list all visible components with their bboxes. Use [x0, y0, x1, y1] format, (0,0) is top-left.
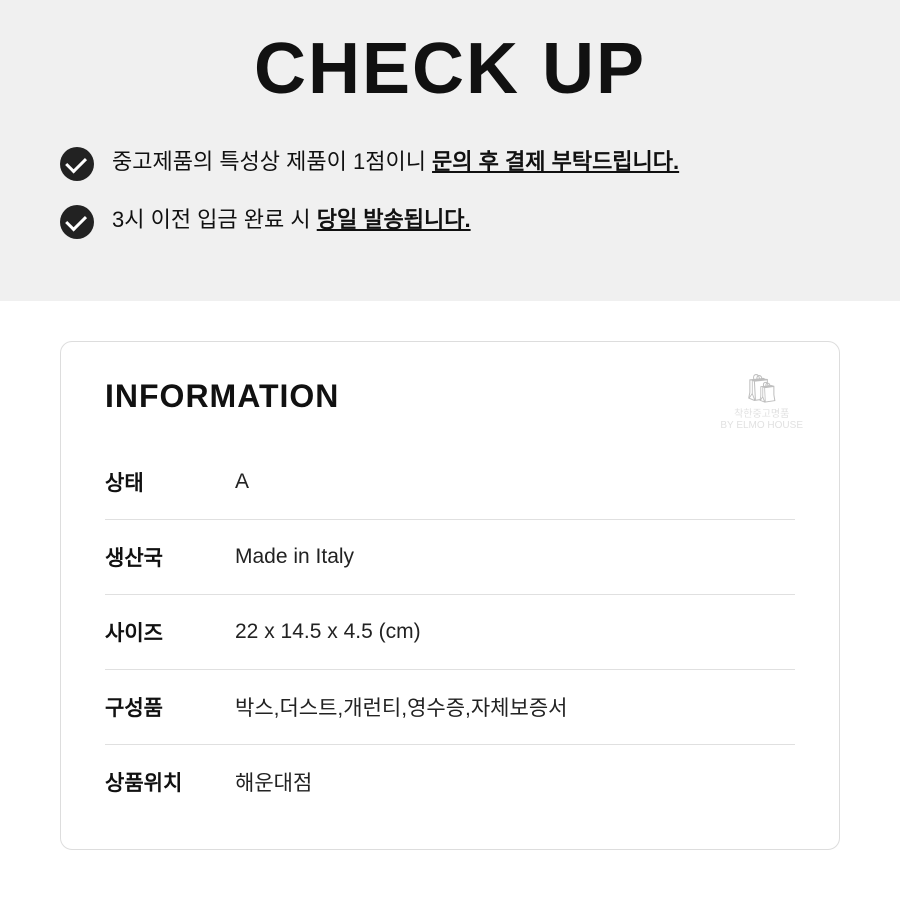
info-title: INFORMATION: [105, 378, 795, 415]
row-label-4: 상품위치: [105, 745, 235, 820]
watermark-icon: 🛍: [720, 372, 803, 405]
row-label-3: 구성품: [105, 670, 235, 745]
checklist-text-1: 중고제품의 특성상 제품이 1점이니 문의 후 결제 부탁드립니다.: [112, 145, 679, 178]
checklist-item-2: 3시 이전 입금 완료 시 당일 발송됩니다.: [60, 203, 840, 239]
row-label-2: 사이즈: [105, 595, 235, 670]
page-title: CHECK UP: [60, 30, 840, 109]
watermark-line2: BY ELMO HOUSE: [720, 420, 803, 431]
row-value-2: 22 x 14.5 x 4.5 (cm): [235, 595, 795, 670]
row-value-3: 박스,더스트,개런티,영수증,자체보증서: [235, 670, 795, 745]
info-card: INFORMATION 🛍 착한중고명품 BY ELMO HOUSE 상태A생산…: [60, 341, 840, 850]
watermark: 🛍 착한중고명품 BY ELMO HOUSE: [720, 372, 803, 431]
table-row: 구성품박스,더스트,개런티,영수증,자체보증서: [105, 670, 795, 745]
checklist: 중고제품의 특성상 제품이 1점이니 문의 후 결제 부탁드립니다. 3시 이전…: [60, 145, 840, 239]
checklist-text-before-1: 중고제품의 특성상 제품이 1점이니: [112, 149, 432, 174]
checklist-text-bold-1: 문의 후 결제 부탁드립니다.: [432, 149, 679, 174]
table-row: 상태A: [105, 445, 795, 520]
checklist-item-1: 중고제품의 특성상 제품이 1점이니 문의 후 결제 부탁드립니다.: [60, 145, 840, 181]
row-value-0: A: [235, 445, 795, 520]
checklist-text-2: 3시 이전 입금 완료 시 당일 발송됩니다.: [112, 203, 471, 236]
table-row: 상품위치해운대점: [105, 745, 795, 820]
row-value-1: Made in Italy: [235, 520, 795, 595]
row-label-0: 상태: [105, 445, 235, 520]
row-value-4: 해운대점: [235, 745, 795, 820]
info-section: INFORMATION 🛍 착한중고명품 BY ELMO HOUSE 상태A생산…: [0, 301, 900, 890]
check-icon-1: [60, 147, 94, 181]
header-section: CHECK UP 중고제품의 특성상 제품이 1점이니 문의 후 결제 부탁드립…: [0, 0, 900, 301]
check-icon-2: [60, 205, 94, 239]
info-table: 상태A생산국Made in Italy사이즈22 x 14.5 x 4.5 (c…: [105, 445, 795, 819]
checklist-text-bold-2: 당일 발송됩니다.: [317, 207, 471, 232]
checklist-text-before-2: 3시 이전 입금 완료 시: [112, 207, 317, 232]
table-row: 사이즈22 x 14.5 x 4.5 (cm): [105, 595, 795, 670]
row-label-1: 생산국: [105, 520, 235, 595]
watermark-line1: 착한중고명품: [720, 405, 803, 420]
table-row: 생산국Made in Italy: [105, 520, 795, 595]
